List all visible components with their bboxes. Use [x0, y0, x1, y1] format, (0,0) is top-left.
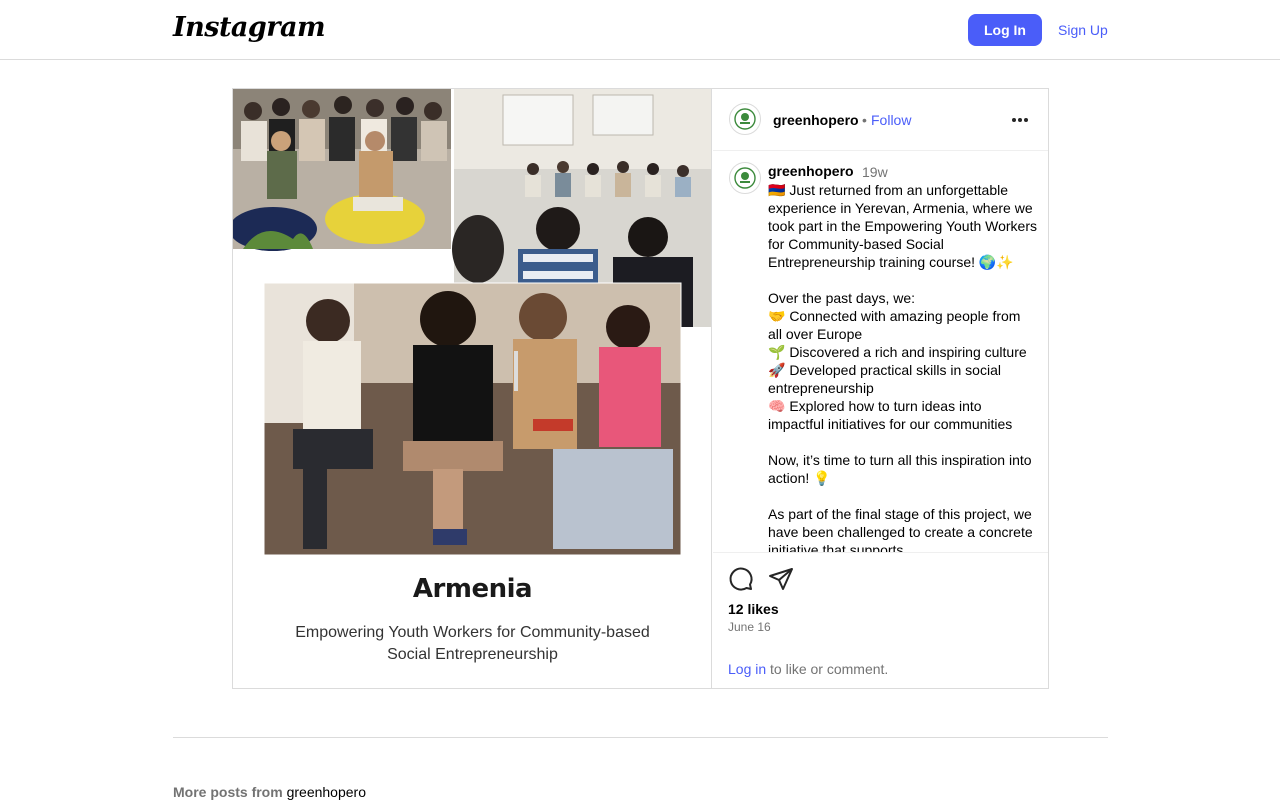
post-header: greenhopero • Follow	[713, 89, 1048, 151]
caption-text: 🇦🇲 Just returned from an unforgettable e…	[768, 182, 1038, 553]
instagram-logo[interactable]: Instagram	[173, 12, 326, 43]
caption-avatar[interactable]	[729, 162, 761, 194]
post-card: Armenia Empowering Youth Workers for Com…	[232, 88, 1049, 689]
participants-seated-photo	[264, 283, 681, 555]
post-date: June 16	[728, 620, 771, 634]
signup-link[interactable]: Sign Up	[1058, 22, 1108, 38]
avatar[interactable]	[729, 103, 761, 135]
login-button[interactable]: Log In	[968, 14, 1042, 46]
follow-button[interactable]: Follow	[871, 112, 911, 128]
likes-count[interactable]: 12 likes	[728, 601, 779, 617]
more-posts-heading: More posts from greenhopero	[173, 784, 366, 800]
more-posts-prefix: More posts from	[173, 784, 287, 800]
greenhope-logo-icon	[734, 167, 756, 189]
caption-username[interactable]: greenhopero	[768, 163, 854, 179]
caption-timestamp[interactable]: 19w	[862, 164, 888, 180]
more-options-button[interactable]	[1008, 109, 1032, 131]
media-title: Armenia	[412, 574, 533, 604]
group-photo-beanbags	[233, 89, 451, 251]
top-navigation-bar: Instagram Log In Sign Up	[0, 0, 1280, 60]
login-link[interactable]: Log in	[728, 661, 766, 677]
dot-separator: •	[862, 112, 867, 128]
media-subtitle: Empowering Youth Workers for Community-b…	[295, 624, 650, 663]
login-prompt-text: to like or comment.	[766, 661, 889, 677]
comment-icon[interactable]	[727, 565, 755, 593]
post-side-panel: greenhopero • Follow greenhopero 19w 🇦🇲 …	[713, 89, 1048, 688]
login-prompt: Log in to like or comment.	[728, 661, 888, 677]
greenhope-logo-icon	[734, 108, 756, 130]
share-icon[interactable]	[767, 565, 795, 593]
caption-scroll-area[interactable]: greenhopero 19w 🇦🇲 Just returned from an…	[713, 151, 1048, 553]
more-horizontal-icon	[1012, 118, 1028, 122]
section-divider	[173, 737, 1108, 738]
more-posts-username[interactable]: greenhopero	[287, 784, 366, 800]
post-media[interactable]: Armenia Empowering Youth Workers for Com…	[233, 89, 712, 688]
post-author-username[interactable]: greenhopero	[773, 112, 859, 128]
